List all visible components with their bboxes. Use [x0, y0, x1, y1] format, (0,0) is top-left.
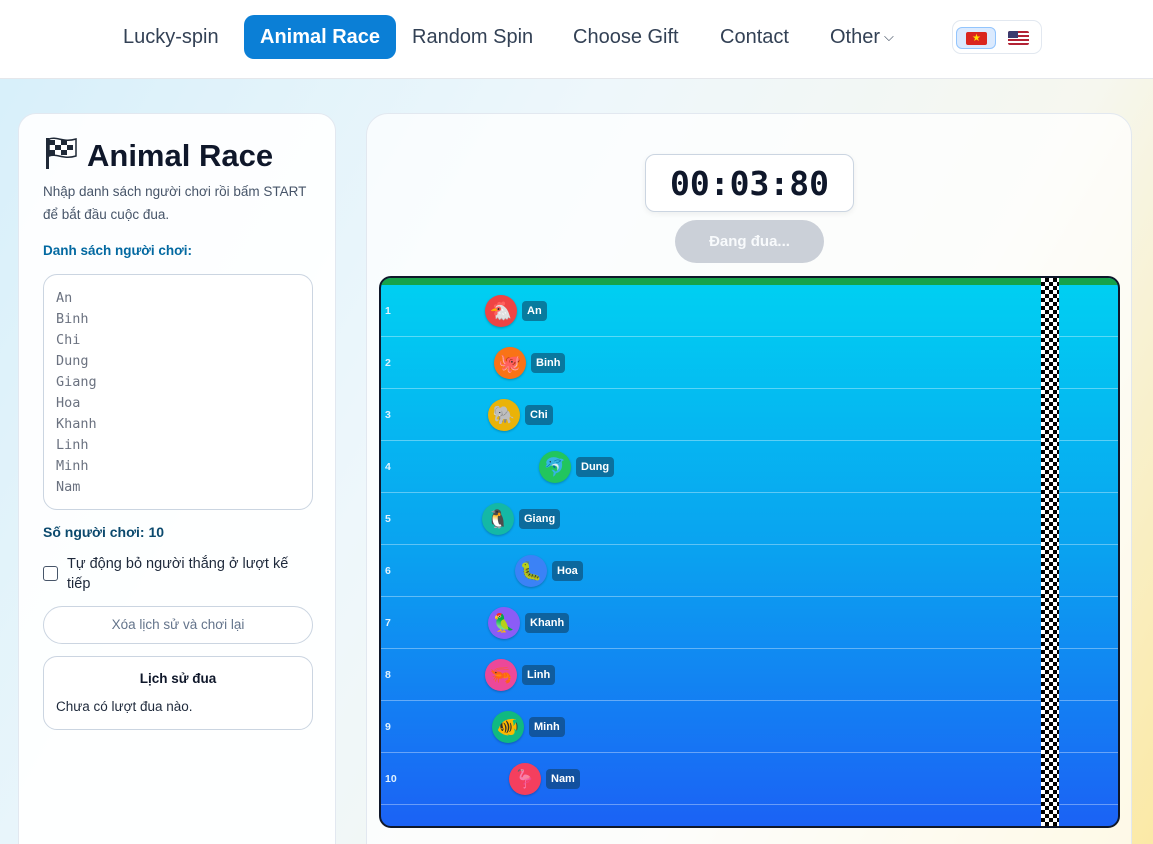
race-lane: 10 🦩 Nam — [381, 753, 1118, 805]
race-lane: 6 🐛 Hoa — [381, 545, 1118, 597]
player-line: Giang — [56, 374, 97, 390]
animal-avatar-icon: 🦩 — [509, 763, 541, 795]
race-lane: 8 🦐 Linh — [381, 649, 1118, 701]
history-title: Lịch sử đua — [139, 671, 217, 686]
nav-random-spin[interactable]: Random Spin — [396, 15, 549, 59]
race-lane: 9 🐠 Minh — [381, 701, 1118, 753]
animal-avatar-icon: 🐠 — [492, 711, 524, 743]
animal-avatar-icon: 🐘 — [488, 399, 520, 431]
language-switcher: ★ — [952, 20, 1042, 54]
page-title-text: Animal Race — [87, 138, 274, 173]
lane-number: 6 — [385, 565, 391, 577]
vietnam-flag-icon[interactable]: ★ — [956, 27, 996, 49]
history-empty-text: Chưa có lượt đua nào. — [56, 699, 193, 714]
nav-contact[interactable]: Contact — [704, 15, 805, 59]
lane-number: 10 — [385, 773, 397, 785]
racer-name-tag: Chi — [525, 405, 553, 425]
animal-avatar-icon: 🐛 — [515, 555, 547, 587]
animal-avatar-icon: 🐧 — [482, 503, 514, 535]
player-line: Khanh — [56, 416, 97, 432]
animal-avatar-icon: 🦐 — [485, 659, 517, 691]
racer-name-tag: Giang — [519, 509, 561, 529]
player-line: Dung — [56, 353, 89, 369]
racer-name-tag: Minh — [529, 717, 565, 737]
racer-name-tag: Hoa — [552, 561, 583, 581]
animal-avatar-icon: 🐔 — [485, 295, 517, 327]
player-line: Minh — [56, 458, 89, 474]
nav-other-label: Other — [830, 26, 881, 48]
lane-number: 7 — [385, 617, 391, 629]
us-flag-icon[interactable] — [999, 27, 1039, 49]
players-label: Danh sách người chơi: — [43, 243, 192, 258]
settings-panel: Animal Race Nhập danh sách người chơi rồ… — [18, 113, 336, 844]
finish-line — [1041, 278, 1059, 826]
animal-avatar-icon: 🦜 — [488, 607, 520, 639]
lane-number: 3 — [385, 409, 391, 421]
chevron-down-icon: ⌵ — [884, 29, 894, 44]
race-lane: 7 🦜 Khanh — [381, 597, 1118, 649]
lane-number: 8 — [385, 669, 391, 681]
racer-name-tag: Khanh — [525, 613, 570, 633]
racer-name-tag: Nam — [546, 769, 580, 789]
animal-avatar-icon: 🐙 — [494, 347, 526, 379]
player-line: Hoa — [56, 395, 81, 411]
player-count: Số người chơi: 10 — [43, 524, 165, 540]
racer-name-tag: Linh — [522, 665, 556, 685]
instructions-text: Nhập danh sách người chơi rồi bấm START … — [43, 184, 307, 222]
race-lane: 1 🐔 An — [381, 285, 1118, 337]
lane-number: 9 — [385, 721, 391, 733]
top-nav: Lucky-spin Animal Race Random Spin Choos… — [0, 0, 1153, 79]
player-line: Binh — [56, 311, 89, 327]
reset-history-button[interactable]: Xóa lịch sử và chơi lại — [43, 606, 313, 644]
player-line: Chi — [56, 332, 81, 348]
animal-avatar-icon: 🐬 — [539, 451, 571, 483]
lane-number: 1 — [385, 305, 391, 317]
page-title: Animal Race — [43, 136, 273, 174]
race-lane: 2 🐙 Binh — [381, 337, 1118, 389]
race-track: 1 🐔 An 2 🐙 Binh 3 🐘 Chi 4 🐬 Dung 5 🐧 Giang 6 🐛 Hoa 7 🦜 Khanh… — [379, 276, 1120, 828]
racer-name-tag: Binh — [531, 353, 566, 373]
lane-number: 2 — [385, 357, 391, 369]
players-textarea[interactable]: An Binh Chi Dung Giang Hoa Khanh Linh Mi… — [43, 274, 313, 510]
racer-name-tag: Dung — [576, 457, 615, 477]
racer-name-tag: An — [522, 301, 547, 321]
race-lane: 3 🐘 Chi — [381, 389, 1118, 441]
player-line: Nam — [56, 479, 81, 495]
race-timer: 00:03:80 — [645, 154, 854, 212]
nav-animal-race[interactable]: Animal Race — [244, 15, 397, 59]
track-top-strip — [381, 278, 1118, 285]
nav-lucky-spin[interactable]: Lucky-spin — [107, 15, 235, 59]
player-line: An — [56, 290, 73, 306]
nav-choose-gift[interactable]: Choose Gift — [557, 15, 695, 59]
race-panel: 00:03:80 Đang đua... 1 🐔 An 2 🐙 Binh 3 🐘 Chi 4 🐬 Du… — [366, 113, 1132, 844]
auto-remove-label[interactable]: Tự động bỏ người thắng ở lượt kế tiếp — [67, 554, 307, 594]
race-lane: 4 🐬 Dung — [381, 441, 1118, 493]
checkered-flag-icon — [43, 136, 79, 170]
race-lane: 5 🐧 Giang — [381, 493, 1118, 545]
auto-remove-checkbox[interactable] — [43, 566, 58, 581]
player-line: Linh — [56, 437, 89, 453]
lane-number: 4 — [385, 461, 391, 473]
lane-number: 5 — [385, 513, 391, 525]
nav-other-dropdown[interactable]: Other ⌵ — [814, 15, 910, 59]
race-history: Lịch sử đua Chưa có lượt đua nào. — [43, 656, 313, 730]
racing-status-button[interactable]: Đang đua... — [675, 220, 824, 263]
